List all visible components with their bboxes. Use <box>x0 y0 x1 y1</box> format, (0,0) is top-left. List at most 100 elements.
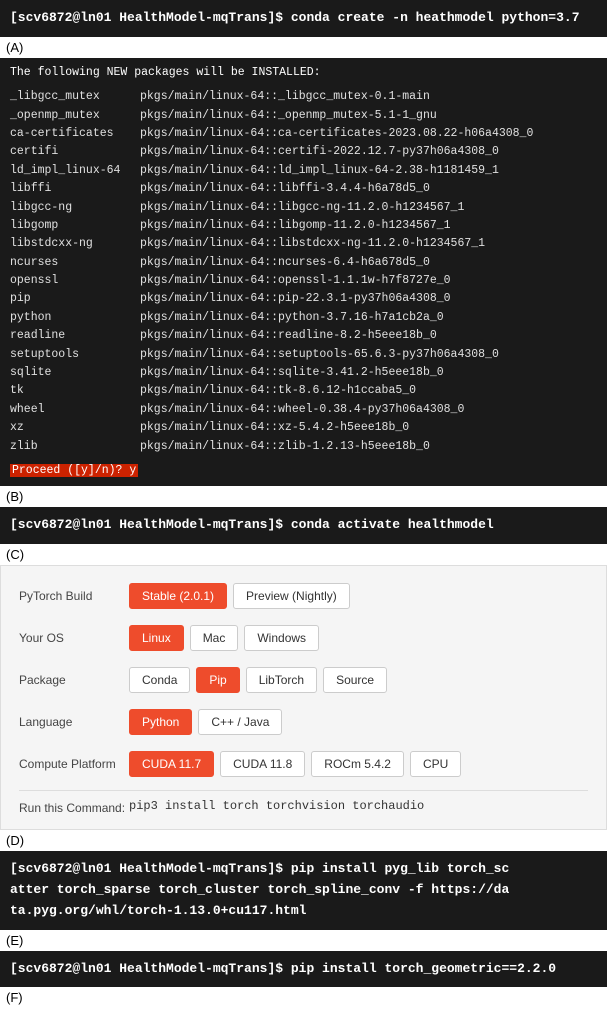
pytorch-row-label: PyTorch Build <box>19 589 129 603</box>
prompt-b: [scv6872@ln01 HealthModel-mqTrans]$ cond… <box>10 517 494 532</box>
package-row: opensslpkgs/main/linux-64::openssl-1.1.1… <box>10 272 597 290</box>
package-row: libgcc-ngpkgs/main/linux-64::libgcc-ng-1… <box>10 199 597 217</box>
package-row: libstdcxx-ngpkgs/main/linux-64::libstdcx… <box>10 235 597 253</box>
run-command-value: pip3 install torch torchvision torchaudi… <box>129 799 424 813</box>
package-row: setuptoolspkgs/main/linux-64::setuptools… <box>10 346 597 364</box>
package-header: The following NEW packages will be INSTA… <box>10 64 597 82</box>
pytorch-option-btn[interactable]: ROCm 5.4.2 <box>311 751 404 777</box>
package-row: pippkgs/main/linux-64::pip-22.3.1-py37h0… <box>10 290 597 308</box>
package-row: ld_impl_linux-64pkgs/main/linux-64::ld_i… <box>10 162 597 180</box>
pytorch-option-btn[interactable]: LibTorch <box>246 667 317 693</box>
package-name: ncurses <box>10 254 140 272</box>
pytorch-options: LinuxMacWindows <box>129 625 319 651</box>
pytorch-row-label: Language <box>19 715 129 729</box>
package-path: pkgs/main/linux-64::python-3.7.16-h7a1cb… <box>140 309 444 327</box>
package-row: libffipkgs/main/linux-64::libffi-3.4.4-h… <box>10 180 597 198</box>
package-path: pkgs/main/linux-64::setuptools-65.6.3-py… <box>140 346 499 364</box>
package-name: ld_impl_linux-64 <box>10 162 140 180</box>
pytorch-options: CondaPip LibTorchSource <box>129 667 387 693</box>
pytorch-option-btn[interactable]: Preview (Nightly) <box>233 583 350 609</box>
package-name: tk <box>10 382 140 400</box>
package-row: tkpkgs/main/linux-64::tk-8.6.12-h1ccaba5… <box>10 382 597 400</box>
pytorch-option-btn[interactable]: CUDA 11.7 <box>129 751 214 777</box>
pytorch-row-label: Compute Platform <box>19 757 129 771</box>
package-row: certifipkgs/main/linux-64::certifi-2022.… <box>10 143 597 161</box>
package-row: pythonpkgs/main/linux-64::python-3.7.16-… <box>10 309 597 327</box>
pytorch-row-label: Package <box>19 673 129 687</box>
package-name: openssl <box>10 272 140 290</box>
package-row: ncursespkgs/main/linux-64::ncurses-6.4-h… <box>10 254 597 272</box>
package-name: setuptools <box>10 346 140 364</box>
package-name: pip <box>10 290 140 308</box>
package-name: wheel <box>10 401 140 419</box>
package-row: wheelpkgs/main/linux-64::wheel-0.38.4-py… <box>10 401 597 419</box>
pytorch-options: Stable (2.0.1)Preview (Nightly) <box>129 583 350 609</box>
package-name: certifi <box>10 143 140 161</box>
package-row: xzpkgs/main/linux-64::xz-5.4.2-h5eee18b_… <box>10 419 597 437</box>
package-name: libstdcxx-ng <box>10 235 140 253</box>
package-path: pkgs/main/linux-64::readline-8.2-h5eee18… <box>140 327 437 345</box>
package-row: zlibpkgs/main/linux-64::zlib-1.2.13-h5ee… <box>10 438 597 456</box>
pytorch-option-btn[interactable]: CUDA 11.8 <box>220 751 305 777</box>
package-list: _libgcc_mutexpkgs/main/linux-64::_libgcc… <box>10 88 597 456</box>
package-name: libffi <box>10 180 140 198</box>
package-path: pkgs/main/linux-64::_openmp_mutex-5.1-1_… <box>140 107 437 125</box>
package-name: libgcc-ng <box>10 199 140 217</box>
section-e-label: (E) <box>0 930 607 951</box>
package-path: pkgs/main/linux-64::pip-22.3.1-py37h06a4… <box>140 290 451 308</box>
package-name: zlib <box>10 438 140 456</box>
pytorch-option-btn[interactable]: Windows <box>244 625 319 651</box>
section-b-terminal: [scv6872@ln01 HealthModel-mqTrans]$ cond… <box>0 507 607 544</box>
pytorch-option-btn[interactable]: Source <box>323 667 387 693</box>
package-path: pkgs/main/linux-64::libgcc-ng-11.2.0-h12… <box>140 199 464 217</box>
pytorch-option-btn[interactable]: C++ / Java <box>198 709 282 735</box>
package-row: ca-certificatespkgs/main/linux-64::ca-ce… <box>10 125 597 143</box>
pytorch-row: PackageCondaPip LibTorchSource <box>19 664 588 696</box>
package-path: pkgs/main/linux-64::certifi-2022.12.7-py… <box>140 143 499 161</box>
section-b-label: (B) <box>0 486 607 507</box>
pytorch-row: PyTorch BuildStable (2.0.1)Preview (Nigh… <box>19 580 588 612</box>
section-e-terminal: [scv6872@ln01 HealthModel-mqTrans]$ pip … <box>0 951 607 988</box>
package-path: pkgs/main/linux-64::wheel-0.38.4-py37h06… <box>140 401 464 419</box>
package-row: _libgcc_mutexpkgs/main/linux-64::_libgcc… <box>10 88 597 106</box>
pytorch-row-label: Your OS <box>19 631 129 645</box>
section-a-terminal: [scv6872@ln01 HealthModel-mqTrans]$ cond… <box>0 0 607 37</box>
package-name: libgomp <box>10 217 140 235</box>
package-row: readlinepkgs/main/linux-64::readline-8.2… <box>10 327 597 345</box>
package-name: ca-certificates <box>10 125 140 143</box>
package-path: pkgs/main/linux-64::sqlite-3.41.2-h5eee1… <box>140 364 444 382</box>
package-name: readline <box>10 327 140 345</box>
package-path: pkgs/main/linux-64::libstdcxx-ng-11.2.0-… <box>140 235 485 253</box>
package-row: libgomppkgs/main/linux-64::libgomp-11.2.… <box>10 217 597 235</box>
package-path: pkgs/main/linux-64::xz-5.4.2-h5eee18b_0 <box>140 419 409 437</box>
package-name: _libgcc_mutex <box>10 88 140 106</box>
package-path: pkgs/main/linux-64::openssl-1.1.1w-h7f87… <box>140 272 451 290</box>
pytorch-option-btn[interactable]: Pip <box>196 667 239 693</box>
pytorch-option-btn[interactable]: Python <box>129 709 192 735</box>
section-c-label: (C) <box>0 544 607 565</box>
pytorch-option-btn[interactable]: CPU <box>410 751 461 777</box>
pytorch-row: Your OSLinuxMacWindows <box>19 622 588 654</box>
section-f-label: (F) <box>0 987 607 1008</box>
run-command-row: Run this Command:pip3 install torch torc… <box>19 790 588 815</box>
pytorch-options: CUDA 11.7CUDA 11.8ROCm 5.4.2CPU <box>129 751 461 777</box>
section-d-terminal: [scv6872@ln01 HealthModel-mqTrans]$ pip … <box>0 851 607 929</box>
run-command-label: Run this Command: <box>19 799 129 815</box>
package-name: sqlite <box>10 364 140 382</box>
section-a-label: (A) <box>0 37 607 58</box>
pytorch-selector: PyTorch BuildStable (2.0.1)Preview (Nigh… <box>0 565 607 830</box>
proceed-highlight: Proceed ([y]/n)? y <box>10 464 138 477</box>
prompt-a: [scv6872@ln01 HealthModel-mqTrans]$ cond… <box>10 10 580 25</box>
package-path: pkgs/main/linux-64::tk-8.6.12-h1ccaba5_0 <box>140 382 416 400</box>
pytorch-options: PythonC++ / Java <box>129 709 282 735</box>
pytorch-option-btn[interactable]: Conda <box>129 667 190 693</box>
package-name: python <box>10 309 140 327</box>
pytorch-row: LanguagePythonC++ / Java <box>19 706 588 738</box>
package-terminal: The following NEW packages will be INSTA… <box>0 58 607 487</box>
pytorch-option-btn[interactable]: Linux <box>129 625 184 651</box>
package-path: pkgs/main/linux-64::ncurses-6.4-h6a678d5… <box>140 254 430 272</box>
pytorch-option-btn[interactable]: Stable (2.0.1) <box>129 583 227 609</box>
package-path: pkgs/main/linux-64::libffi-3.4.4-h6a78d5… <box>140 180 430 198</box>
pytorch-option-btn[interactable]: Mac <box>190 625 239 651</box>
package-path: pkgs/main/linux-64::zlib-1.2.13-h5eee18b… <box>140 438 430 456</box>
